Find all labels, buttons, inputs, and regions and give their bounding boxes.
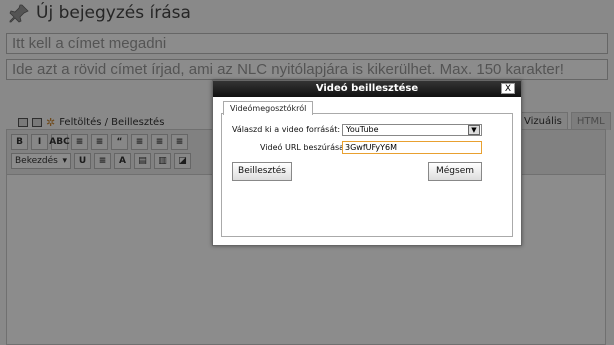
dialog-panel: Válaszd ki a video forrását: YouTube ▼ V… [221,113,513,237]
insert-button[interactable]: Beillesztés [232,162,292,181]
chevron-down-icon[interactable]: ▼ [468,125,480,135]
video-insert-dialog: Videó beillesztése X Videómegosztókról V… [212,80,522,246]
url-label: Videó URL beszúrása: [260,143,347,152]
tab-video-sharing[interactable]: Videómegosztókról [223,101,314,115]
source-select[interactable]: YouTube ▼ [342,124,482,136]
dialog-title: Videó beillesztése [213,81,521,97]
source-select-value: YouTube [346,125,379,134]
url-input[interactable]: 3GwfUFyY6M [342,141,482,154]
close-button[interactable]: X [501,83,515,94]
source-label: Válaszd ki a video forrását: [232,125,341,134]
cancel-button[interactable]: Mégsem [428,162,482,181]
